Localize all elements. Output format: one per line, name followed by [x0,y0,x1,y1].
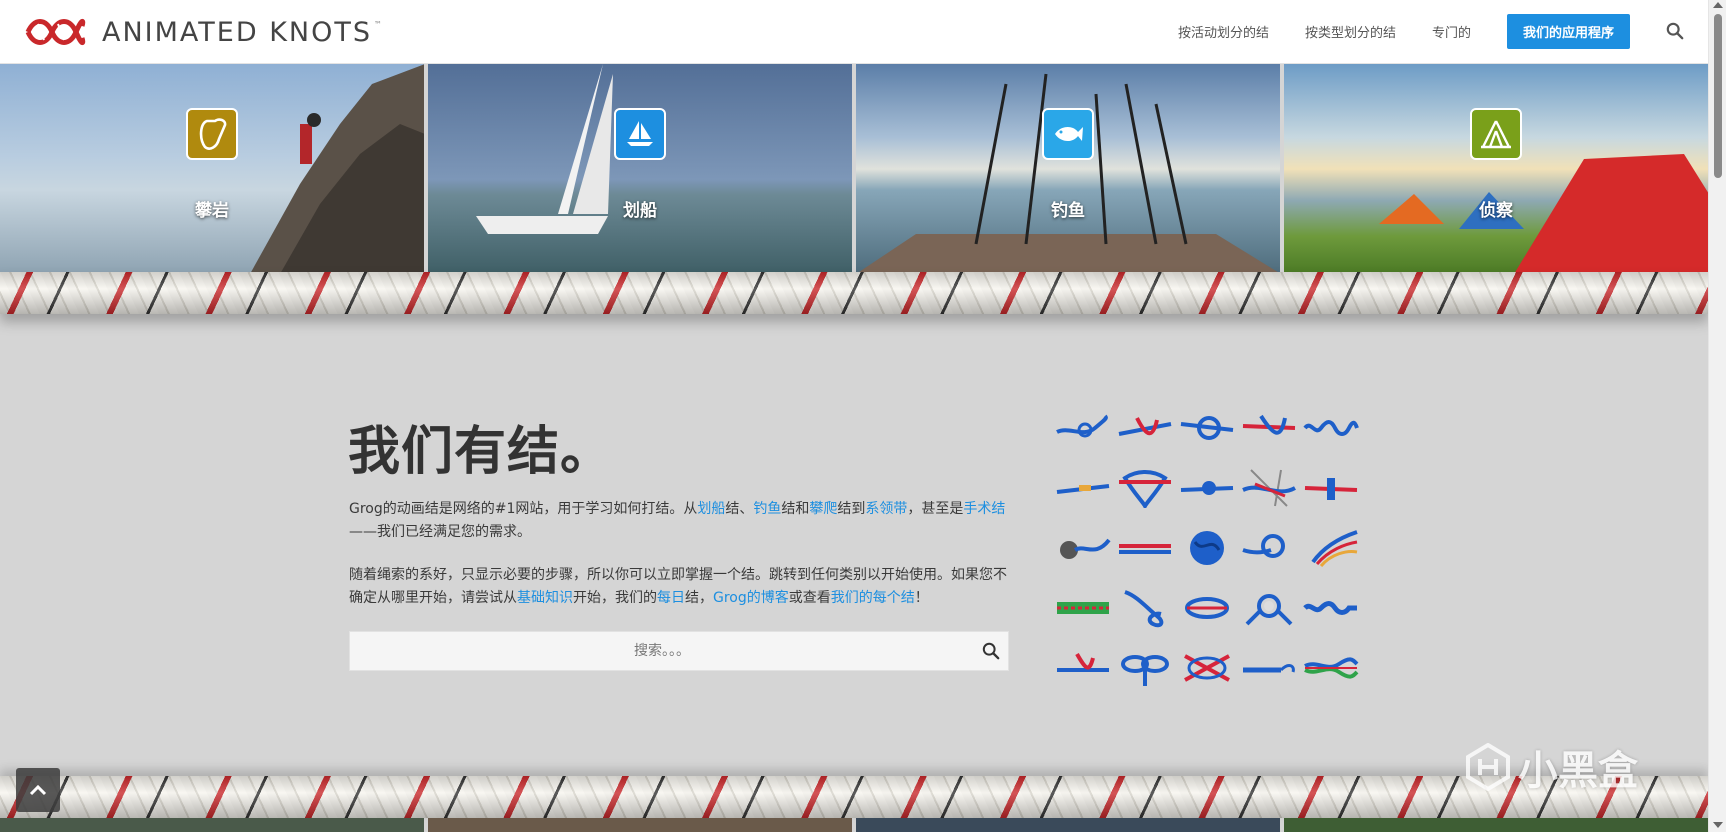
link-boating[interactable]: 划船 [697,501,725,517]
link-tie[interactable]: 系领带 [865,501,907,517]
knot-thumbnail[interactable] [1176,578,1238,638]
search-submit-button[interactable] [974,631,1008,671]
intro-paragraph: Grog的动画结是网络的#1网站，用于学习如何打结。从划船结、钓鱼结和攀爬结到系… [349,498,1009,544]
tile-scouting[interactable]: 侦察 [1284,64,1708,274]
knot-thumbnail[interactable] [1238,638,1300,698]
knot-thumbnail[interactable] [1176,398,1238,458]
knot-search [349,631,1009,671]
knot-thumbnail[interactable] [1052,518,1114,578]
boating-photo [428,64,852,274]
knot-thumbnail[interactable] [1052,578,1114,638]
next-section-preview [0,818,1708,832]
text: 结到 [837,501,866,517]
knot-thumbnail[interactable] [1052,638,1114,698]
tile-climbing[interactable]: 攀岩 [0,64,424,274]
knot-thumbnail[interactable] [1176,458,1238,518]
xiaoheihe-logo-icon [1466,743,1510,791]
fishing-photo [856,64,1280,274]
text: ！ [914,590,929,606]
knot-thumbnail[interactable] [1238,578,1300,638]
text: 结、 [725,501,754,517]
knot-logo-icon [25,19,86,45]
text: 结， [685,590,713,606]
search-icon[interactable] [1666,22,1684,40]
text: ，甚至是 [907,501,964,517]
rope-divider-bottom [0,776,1708,818]
logo-trademark: ™ [374,19,383,29]
watermark-text: 小黑盒 [1518,748,1638,794]
knot-thumbnail[interactable] [1300,638,1362,698]
guide-paragraph: 随着绳索的系好，只显示必要的步骤，所以你可以立即掌握一个结。跳转到任何类别以开始… [349,564,1009,610]
knot-thumbnail[interactable] [1114,458,1176,518]
scouting-photo [1284,64,1708,274]
knot-thumbnail[interactable] [1238,518,1300,578]
scroll-up-arrow[interactable] [1713,2,1723,8]
knot-thumbnail[interactable] [1114,398,1176,458]
page-title: 我们有结。 [348,422,614,482]
tile-label-boating: 划船 [623,201,657,221]
link-surgical[interactable]: 手术结 [963,501,1005,517]
link-fishing[interactable]: 钓鱼 [753,501,781,517]
site-logo[interactable]: ANIMATED KNOTS ™ [24,14,382,50]
back-to-top-button[interactable] [16,768,60,812]
knot-thumbnail[interactable] [1300,578,1362,638]
logo-text: ANIMATED KNOTS [102,16,373,48]
tile-boating[interactable]: 划船 [428,64,852,274]
sailboat-icon [614,108,666,160]
site-header: ANIMATED KNOTS ™ 按活动划分的结 按类型划分的结 专门的 我们的… [0,0,1708,64]
vertical-scrollbar[interactable] [1708,0,1726,832]
knot-thumbnail[interactable] [1114,578,1176,638]
search-icon [982,642,1000,660]
chevron-up-icon [29,784,47,796]
link-all-knots[interactable]: 我们的每个结 [831,590,915,606]
scroll-thumb[interactable] [1714,14,1722,178]
link-daily[interactable]: 每日 [657,590,685,606]
nav-knots-by-activity[interactable]: 按活动划分的结 [1178,22,1269,41]
text: ——我们已经满足您的需求。 [349,524,531,540]
knot-thumbnail[interactable] [1300,398,1362,458]
tile-label-climbing: 攀岩 [195,201,229,221]
tile-label-fishing: 钓鱼 [1051,201,1085,221]
text: 开始，我们的 [573,590,657,606]
knot-thumbnail[interactable] [1114,518,1176,578]
tent-icon [1470,108,1522,160]
search-input[interactable] [350,632,974,670]
watermark: 小黑盒 [1466,738,1638,796]
carabiner-icon [186,108,238,160]
link-climbing[interactable]: 攀爬 [809,501,837,517]
knot-thumbnail[interactable] [1238,458,1300,518]
our-apps-button[interactable]: 我们的应用程序 [1506,13,1630,49]
nav-knots-by-type[interactable]: 按类型划分的结 [1305,22,1396,41]
tile-label-scouting: 侦察 [1479,201,1513,221]
scroll-down-arrow[interactable] [1713,822,1723,828]
text: 结和 [781,501,810,517]
knot-thumbnail[interactable] [1176,638,1238,698]
knot-thumbnail-grid [1052,398,1362,698]
nav-special[interactable]: 专门的 [1432,22,1471,41]
tile-fishing[interactable]: 钓鱼 [856,64,1280,274]
category-tiles: 攀岩 划船 钓鱼 侦察 [0,64,1708,274]
fish-icon [1042,108,1094,160]
main-nav: 按活动划分的结 按类型划分的结 专门的 我们的应用程序 [1178,13,1684,49]
intro-section: 我们有结。 Grog的动画结是网络的#1网站，用于学习如何打结。从划船结、钓鱼结… [0,314,1708,776]
knot-thumbnail[interactable] [1052,398,1114,458]
knot-thumbnail[interactable] [1300,458,1362,518]
text: Grog的动画结是网络的#1网站，用于学习如何打结。从 [349,501,698,517]
knot-thumbnail[interactable] [1052,458,1114,518]
knot-thumbnail[interactable] [1300,518,1362,578]
knot-thumbnail[interactable] [1238,398,1300,458]
text: 或查看 [788,590,831,606]
link-basics[interactable]: 基础知识 [517,590,573,606]
link-grog-blog[interactable]: Grog的博客 [713,590,789,606]
rope-divider-top [0,272,1708,314]
knot-thumbnail[interactable] [1176,518,1238,578]
knot-thumbnail[interactable] [1114,638,1176,698]
climbing-photo [0,64,424,274]
